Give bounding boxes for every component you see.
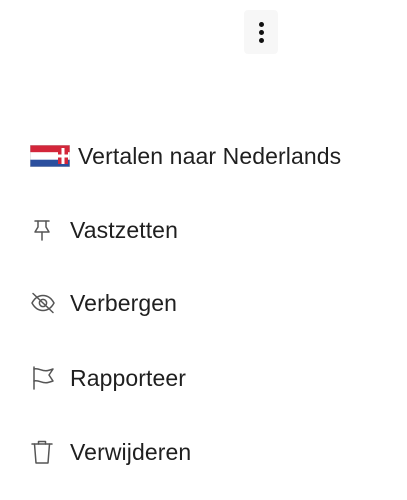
more-options-button[interactable] [244, 10, 278, 54]
more-vertical-icon-dot [258, 37, 264, 43]
menu-item-translate[interactable]: Vertalen naar Nederlands [30, 136, 341, 176]
menu-item-report[interactable]: Rapporteer [30, 358, 186, 398]
flag-icon [30, 365, 70, 391]
dutch-flag-icon [30, 143, 78, 169]
menu-item-hide[interactable]: Verbergen [30, 283, 177, 323]
menu-item-label: Vertalen naar Nederlands [78, 143, 342, 169]
eye-off-icon [30, 290, 70, 316]
menu-item-label: Verbergen [70, 290, 178, 316]
menu-item-pin[interactable]: Vastzetten [30, 210, 178, 250]
menu-item-label: Rapporteer [70, 365, 187, 391]
more-vertical-icon-dot [258, 29, 264, 35]
menu-item-label: Verwijderen [70, 439, 192, 465]
trash-icon [30, 439, 70, 465]
menu-item-delete[interactable]: Verwijderen [30, 432, 191, 472]
pin-icon [30, 217, 70, 243]
menu-item-label: Vastzetten [70, 217, 178, 243]
more-vertical-icon [258, 21, 264, 27]
